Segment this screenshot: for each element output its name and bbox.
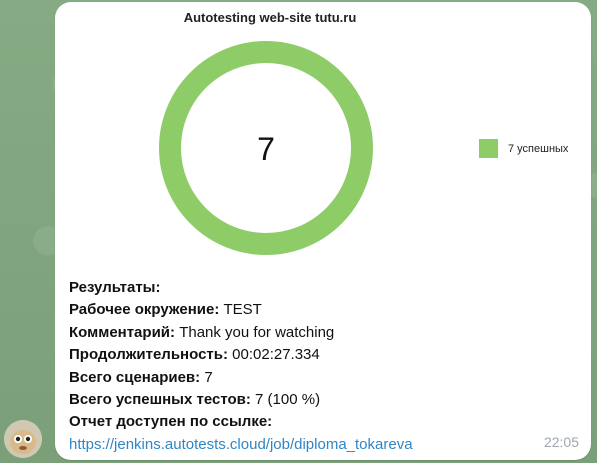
chart-legend: 7 успешных	[479, 139, 568, 158]
env-row: Рабочее окружение: TEST	[69, 299, 413, 321]
env-value: TEST	[223, 301, 262, 319]
success-label: Всего успешных тестов:	[69, 391, 251, 409]
results-heading: Результаты:	[69, 279, 161, 296]
report-row: Отчет доступен по ссылке:	[69, 411, 413, 433]
donut-chart: 7	[159, 41, 373, 255]
donut-center-value: 7	[257, 131, 275, 167]
legend-swatch	[479, 139, 498, 158]
scenarios-label: Всего сценариев:	[69, 368, 201, 386]
comment-row: Комментарий: Thank you for watching	[69, 322, 413, 344]
message-time: 22:05	[543, 434, 579, 450]
comment-label: Комментарий:	[69, 323, 176, 341]
report-label: Отчет доступен по ссылке:	[69, 413, 273, 431]
duration-value: 00:02:27.334	[232, 346, 320, 364]
results-block: Результаты: Рабочее окружение: TEST Комм…	[69, 277, 413, 456]
legend-label: 7 успешных	[508, 142, 569, 155]
duration-label: Продолжительность:	[69, 346, 228, 364]
message-bubble: Autotesting web-site tutu.ru 7 7 успешны…	[55, 2, 591, 460]
duration-row: Продолжительность: 00:02:27.334	[69, 344, 413, 366]
comment-value: Thank you for watching	[179, 323, 335, 341]
success-row: Всего успешных тестов: 7 (100 %)	[69, 389, 413, 411]
scenarios-row: Всего сценариев: 7	[69, 367, 413, 389]
sender-avatar[interactable]	[4, 420, 42, 458]
scenarios-value: 7	[204, 368, 213, 386]
report-link[interactable]: https://jenkins.autotests.cloud/job/dipl…	[69, 436, 413, 453]
success-value: 7 (100 %)	[255, 391, 321, 409]
env-label: Рабочее окружение:	[69, 301, 220, 319]
